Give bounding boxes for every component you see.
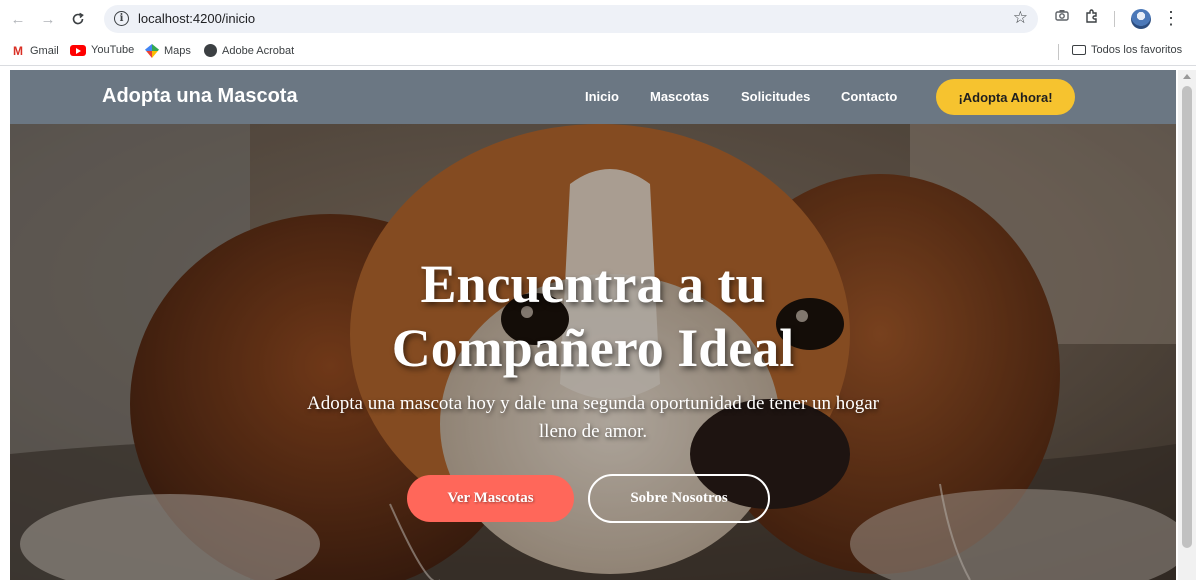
scroll-up-icon[interactable] xyxy=(1183,74,1191,79)
bookmark-label: Gmail xyxy=(30,45,59,57)
nav-link-contacto[interactable]: Contacto xyxy=(841,89,897,104)
bookmark-label: Maps xyxy=(164,45,191,57)
browser-toolbar: ← → i localhost:4200/inicio ☆ ⋮ xyxy=(0,0,1196,38)
hero-section: Encuentra a tu Compañero Ideal Adopta un… xyxy=(10,124,1176,580)
hero-subtitle-line: lleno de amor. xyxy=(538,421,648,442)
adopt-now-button[interactable]: ¡Adopta Ahora! xyxy=(936,79,1075,115)
scrollbar-thumb[interactable] xyxy=(1182,86,1192,548)
nav-link-inicio[interactable]: Inicio xyxy=(585,89,619,104)
bookmark-maps[interactable]: Maps xyxy=(145,44,191,58)
site-info-icon[interactable]: i xyxy=(114,11,129,26)
back-icon[interactable]: ← xyxy=(8,9,28,29)
toolbar-divider xyxy=(1114,11,1115,27)
hero-subtitle-line: Adopta una mascota hoy y dale una segund… xyxy=(307,393,879,414)
bookmark-label: YouTube xyxy=(91,44,135,56)
bookmarks-divider xyxy=(1058,44,1059,60)
hero-subtitle: Adopta una mascota hoy y dale una segund… xyxy=(273,390,913,446)
about-us-button[interactable]: Sobre Nosotros xyxy=(588,474,770,523)
forward-icon[interactable]: → xyxy=(38,9,58,29)
acrobat-icon xyxy=(204,44,217,57)
site-navbar: Adopta una Mascota Inicio Mascotas Solic… xyxy=(10,70,1176,124)
folder-icon xyxy=(1072,45,1086,55)
bookmark-youtube[interactable]: YouTube xyxy=(70,44,134,56)
bookmarks-bar: M Gmail YouTube Maps Adobe Acrobat Todos… xyxy=(0,38,1196,66)
hero-title: Encuentra a tu Compañero Ideal xyxy=(293,252,893,380)
hero-title-line: Compañero Ideal xyxy=(391,318,795,378)
nav-link-solicitudes[interactable]: Solicitudes xyxy=(741,89,810,104)
bookmark-acrobat[interactable]: Adobe Acrobat xyxy=(204,44,294,57)
extensions-icon[interactable] xyxy=(1084,9,1099,24)
address-bar[interactable]: i localhost:4200/inicio ☆ xyxy=(104,5,1038,33)
nav-link-mascotas[interactable]: Mascotas xyxy=(650,89,709,104)
profile-avatar[interactable] xyxy=(1131,9,1151,29)
all-bookmarks[interactable]: Todos los favoritos xyxy=(1072,44,1182,56)
site-brand[interactable]: Adopta una Mascota xyxy=(102,85,298,108)
url-text[interactable]: localhost:4200/inicio xyxy=(138,11,255,26)
bookmark-star-icon[interactable]: ☆ xyxy=(1013,8,1028,28)
see-pets-button[interactable]: Ver Mascotas xyxy=(407,475,574,522)
page-viewport: Adopta una Mascota Inicio Mascotas Solic… xyxy=(10,70,1176,580)
page-scrollbar[interactable] xyxy=(1178,70,1196,580)
browser-menu-icon[interactable]: ⋮ xyxy=(1162,8,1180,29)
all-bookmarks-label: Todos los favoritos xyxy=(1091,44,1183,56)
bookmark-gmail[interactable]: M Gmail xyxy=(11,44,59,58)
gmail-icon: M xyxy=(13,44,23,58)
youtube-icon xyxy=(70,44,86,56)
camera-icon[interactable] xyxy=(1055,9,1069,21)
maps-icon xyxy=(145,44,159,58)
hero-title-line: Encuentra a tu xyxy=(420,254,766,314)
bookmark-label: Adobe Acrobat xyxy=(222,44,295,57)
reload-icon[interactable] xyxy=(68,9,88,29)
